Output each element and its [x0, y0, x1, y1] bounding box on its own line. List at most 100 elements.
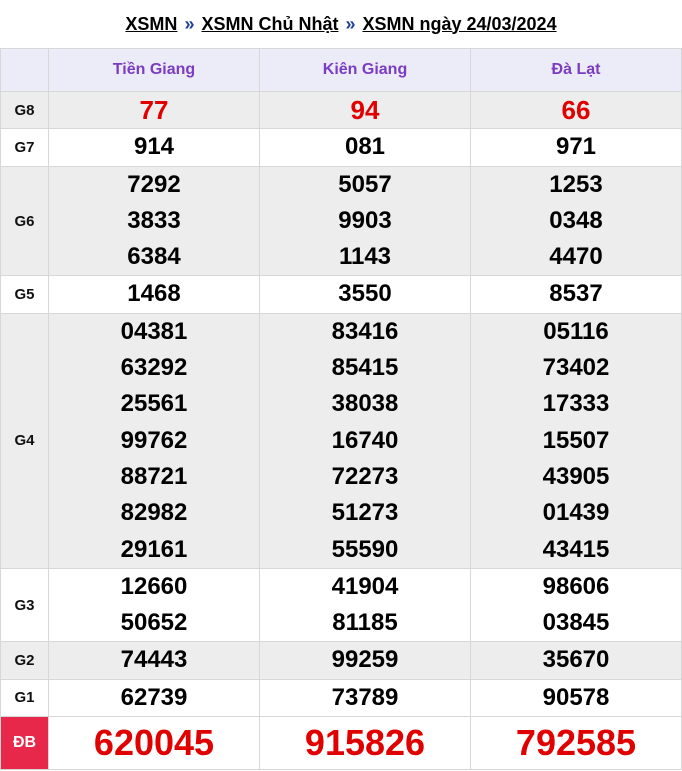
prize-number: 1468: [127, 280, 181, 308]
prize-number: 5057: [338, 170, 392, 198]
prize-number: 3833: [127, 206, 181, 234]
prize-number: 55590: [331, 535, 399, 563]
prize-number: 8537: [549, 280, 603, 308]
prize-cell: 1253 0348 4470: [470, 165, 682, 277]
prize-number: 620045: [93, 722, 215, 764]
prize-number: 16740: [331, 426, 399, 454]
prize-cell: 914: [48, 128, 260, 167]
prize-cell: 35670: [470, 641, 682, 680]
prize-number: 03845: [542, 609, 610, 637]
prize-cell: 66: [470, 90, 682, 130]
prize-number: 99762: [120, 426, 188, 454]
prize-cell: 081: [259, 128, 471, 167]
prize-row-g3: G3 12660 50652 41904 81185 98606 03845: [0, 567, 682, 643]
prize-row-g6: G6 7292 3833 6384 5057 9903 1143 1253 0348 4470: [0, 165, 682, 277]
prize-number: 77: [139, 95, 169, 125]
prize-number: 88721: [120, 462, 188, 490]
prize-number: 35670: [542, 646, 610, 674]
prize-number: 9903: [338, 206, 392, 234]
prize-cell: 90578: [470, 678, 682, 718]
prize-cell: 1468: [48, 275, 260, 314]
prize-number: 51273: [331, 499, 399, 527]
prize-number: 82982: [120, 499, 188, 527]
prize-cell: 73789: [259, 678, 471, 718]
prize-number: 38038: [331, 390, 399, 418]
prize-number: 98606: [542, 572, 610, 600]
province-header[interactable]: Tiền Giang: [48, 48, 260, 92]
prize-cell: 62739: [48, 678, 260, 718]
prize-cell: 74443: [48, 641, 260, 680]
prize-number: 04381: [120, 317, 188, 345]
prize-label: G3: [0, 567, 49, 643]
breadcrumb-link-xsmn-date[interactable]: XSMN ngày 24/03/2024: [362, 14, 556, 35]
province-header[interactable]: Đà Lạt: [470, 48, 682, 92]
prize-number: 15507: [542, 426, 610, 454]
prize-number: 50652: [120, 609, 188, 637]
prize-number: 17333: [542, 390, 610, 418]
prize-cell: 7292 3833 6384: [48, 165, 260, 277]
prize-number: 41904: [331, 572, 399, 600]
prize-label: G7: [0, 128, 49, 167]
prize-cell: 99259: [259, 641, 471, 680]
prize-number: 12660: [120, 572, 188, 600]
prize-cell: 41904 81185: [259, 567, 471, 643]
prize-cell: 971: [470, 128, 682, 167]
prize-cell: 8537: [470, 275, 682, 314]
prize-number: 81185: [332, 609, 398, 637]
prize-number: 29161: [120, 535, 188, 563]
prize-number: 72273: [331, 462, 399, 490]
prize-cell: 915826: [259, 716, 471, 771]
prize-cell: 83416 85415 38038 16740 72273 51273 55590: [259, 312, 471, 569]
prize-number: 1253: [549, 170, 603, 198]
prize-cell: 12660 50652: [48, 567, 260, 643]
prize-number: 4470: [549, 243, 603, 271]
prize-label: G8: [0, 90, 49, 130]
prize-number: 99259: [331, 646, 399, 674]
prize-number: 1143: [338, 243, 392, 271]
prize-label: G2: [0, 641, 49, 680]
prize-row-db: ĐB 620045 915826 792585: [0, 716, 682, 771]
province-header-row: Tiền Giang Kiên Giang Đà Lạt: [0, 48, 682, 92]
prize-label: G1: [0, 678, 49, 718]
prize-number: 43415: [542, 535, 610, 563]
prize-number: 94: [350, 95, 380, 125]
prize-number: 90578: [542, 683, 610, 711]
breadcrumb: XSMN » XSMN Chủ Nhật » XSMN ngày 24/03/2…: [0, 0, 682, 48]
prize-number: 971: [555, 133, 597, 161]
prize-row-g1: G1 62739 73789 90578: [0, 678, 682, 718]
prize-number: 3550: [338, 280, 392, 308]
breadcrumb-separator: »: [184, 13, 195, 34]
prize-number: 01439: [542, 499, 610, 527]
prize-cell: 04381 63292 25561 99762 88721 82982 29161: [48, 312, 260, 569]
prize-number: 43905: [542, 462, 610, 490]
prize-number: 74443: [120, 646, 188, 674]
breadcrumb-link-xsmn[interactable]: XSMN: [125, 14, 177, 35]
prize-cell: 98606 03845: [470, 567, 682, 643]
prize-number: 915826: [304, 722, 426, 764]
header-corner: [0, 48, 49, 92]
prize-number: 62739: [120, 683, 188, 711]
prize-label: G6: [0, 165, 49, 277]
prize-cell: 77: [48, 90, 260, 130]
prize-number: 05116: [543, 317, 609, 345]
prize-row-g8: G8 77 94 66: [0, 90, 682, 130]
prize-number: 73402: [542, 354, 610, 382]
prize-label: ĐB: [0, 716, 49, 771]
prize-label: G5: [0, 275, 49, 314]
prize-cell: 5057 9903 1143: [259, 165, 471, 277]
prize-number: 7292: [127, 170, 181, 198]
breadcrumb-link-xsmn-chu-nhat[interactable]: XSMN Chủ Nhật: [201, 14, 338, 35]
prize-number: 6384: [127, 243, 181, 271]
prize-number: 66: [561, 95, 591, 125]
prize-number: 25561: [120, 390, 188, 418]
prize-number: 63292: [120, 354, 188, 382]
prize-cell: 792585: [470, 716, 682, 771]
prize-cell: 620045: [48, 716, 260, 771]
prize-cell: 05116 73402 17333 15507 43905 01439 43415: [470, 312, 682, 569]
prize-number: 914: [133, 133, 175, 161]
prize-row-g4: G4 04381 63292 25561 99762 88721 82982 29161 834…: [0, 312, 682, 569]
prize-cell: 94: [259, 90, 471, 130]
prize-row-g2: G2 74443 99259 35670: [0, 641, 682, 680]
prize-number: 73789: [331, 683, 399, 711]
province-header[interactable]: Kiên Giang: [259, 48, 471, 92]
